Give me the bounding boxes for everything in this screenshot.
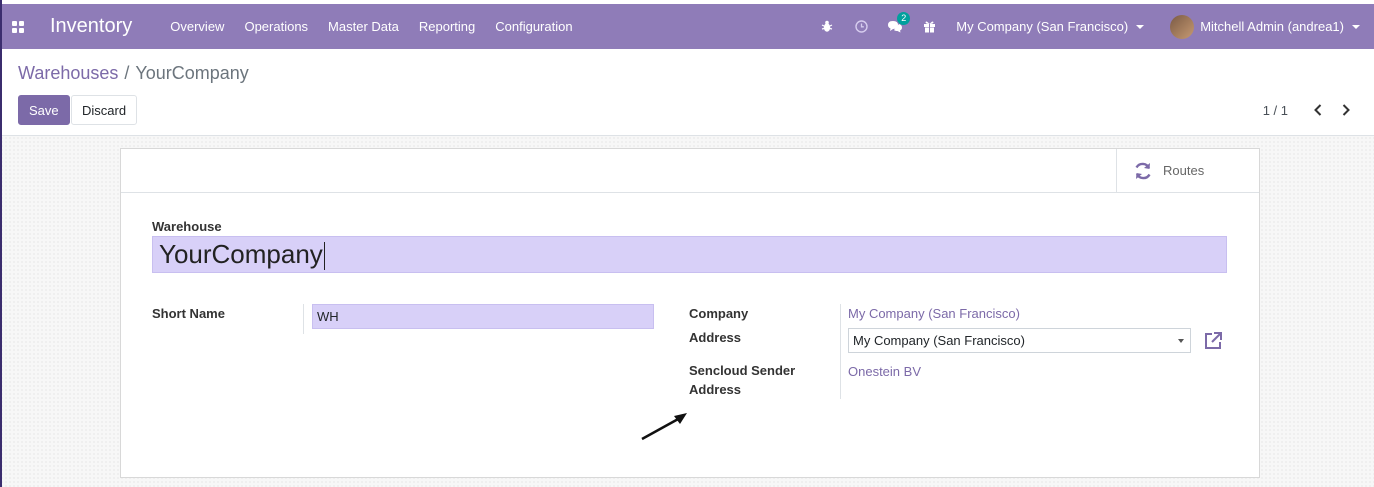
pager-next-button[interactable]: [1338, 101, 1354, 119]
breadcrumb-warehouses-link[interactable]: Warehouses: [18, 63, 118, 83]
messages-button[interactable]: 2: [878, 4, 912, 49]
apps-menu-button[interactable]: [0, 4, 36, 49]
short-name-label: Short Name: [152, 306, 225, 321]
app-title[interactable]: Inventory: [50, 15, 132, 38]
avatar: [1170, 14, 1195, 39]
chevron-down-icon: [1136, 24, 1145, 29]
activity-button[interactable]: [844, 4, 878, 49]
warehouse-name-value: YourCompany: [159, 239, 323, 269]
menu-configuration[interactable]: Configuration: [485, 19, 582, 34]
address-select[interactable]: My Company (San Francisco): [848, 328, 1191, 353]
sencloud-sender-label-line2: Address: [689, 382, 742, 397]
company-label: Company: [689, 306, 749, 321]
address-external-link-button[interactable]: [1202, 330, 1224, 352]
menu-operations[interactable]: Operations: [234, 19, 318, 34]
routes-smart-button[interactable]: Routes: [1116, 149, 1259, 192]
button-box: Routes: [121, 149, 1259, 193]
refresh-icon: [1135, 162, 1151, 179]
messages-count-badge: 2: [897, 12, 911, 25]
chevron-right-icon: [1342, 104, 1350, 116]
external-link-icon: [1205, 332, 1222, 349]
short-name-input[interactable]: WH: [312, 304, 654, 329]
systray: 2 My Company (San Francisco) Mitchell Ad…: [810, 4, 1374, 49]
company-switcher[interactable]: My Company (San Francisco): [956, 19, 1145, 34]
warehouse-name-input[interactable]: YourCompany: [152, 236, 1227, 273]
debug-button[interactable]: [810, 4, 844, 49]
discard-button[interactable]: Discard: [71, 95, 138, 125]
field-divider: [303, 304, 304, 334]
apps-grid-icon: [12, 20, 24, 33]
clock-icon: [855, 20, 868, 33]
pager-previous-button[interactable]: [1310, 101, 1326, 119]
bug-icon: [821, 20, 833, 32]
annotation-arrow-icon: [641, 413, 687, 441]
breadcrumb-separator: /: [124, 63, 130, 83]
address-label: Address: [689, 330, 742, 345]
sencloud-sender-value-link[interactable]: Onestein BV: [848, 364, 921, 379]
main-menu: Overview Operations Master Data Reportin…: [160, 19, 582, 34]
user-name: Mitchell Admin (andrea1): [1200, 19, 1344, 34]
user-menu[interactable]: Mitchell Admin (andrea1): [1170, 14, 1360, 39]
gift-icon: [923, 21, 935, 33]
text-cursor: [323, 242, 325, 271]
field-divider: [840, 304, 841, 399]
save-button[interactable]: Save: [18, 95, 70, 125]
menu-overview[interactable]: Overview: [160, 19, 234, 34]
chevron-down-icon: [1178, 339, 1184, 343]
breadcrumb-current: YourCompany: [135, 63, 249, 83]
address-selected-value: My Company (San Francisco): [853, 333, 1025, 348]
menu-master-data[interactable]: Master Data: [318, 19, 409, 34]
company-value-link[interactable]: My Company (San Francisco): [848, 306, 1020, 321]
pager-value[interactable]: 1 / 1: [1263, 103, 1288, 118]
window-edge: [0, 0, 2, 487]
company-switcher-label: My Company (San Francisco): [956, 19, 1129, 34]
sencloud-sender-label: Sencloud Sender: [689, 363, 796, 378]
warehouse-label: Warehouse: [152, 219, 222, 234]
main-navbar: Inventory Overview Operations Master Dat…: [0, 4, 1374, 49]
routes-label: Routes: [1163, 163, 1205, 178]
menu-reporting[interactable]: Reporting: [409, 19, 485, 34]
gift-button[interactable]: [912, 4, 946, 49]
chevron-left-icon: [1314, 104, 1322, 116]
form-sheet: Routes Warehouse YourCompany Short Name …: [120, 148, 1260, 478]
breadcrumb: Warehouses / YourCompany: [18, 63, 249, 84]
chevron-down-icon: [1352, 24, 1360, 29]
